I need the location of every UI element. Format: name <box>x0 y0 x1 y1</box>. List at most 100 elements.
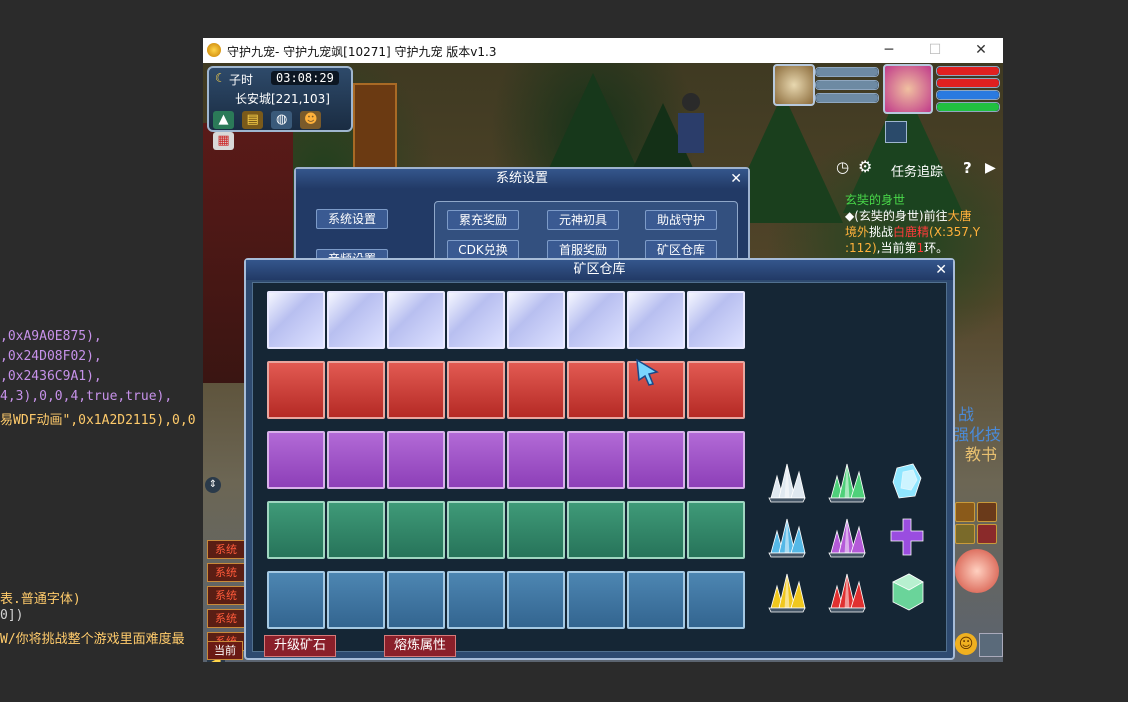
help-button[interactable]: ? <box>963 159 972 177</box>
blue-ore-slot[interactable] <box>627 571 685 629</box>
red-ore-slot[interactable] <box>687 361 745 419</box>
red-ore-slot[interactable] <box>447 361 505 419</box>
cyan-gem-ore-icon[interactable] <box>883 458 931 506</box>
recharge-reward-button[interactable]: 累充奖励 <box>447 210 519 230</box>
warehouse-close-button[interactable]: ✕ <box>935 262 947 278</box>
white-ore-slot[interactable] <box>447 291 505 349</box>
purple-ore-slot[interactable] <box>447 431 505 489</box>
search-globe-icon[interactable]: ◍ <box>271 111 293 129</box>
first-server-reward-button[interactable]: 首服奖励 <box>547 240 619 260</box>
skill-icon[interactable] <box>955 502 975 522</box>
blue-ore-slot[interactable] <box>327 571 385 629</box>
green-ore-slot[interactable] <box>387 501 445 559</box>
player-hp-bar <box>936 66 1000 76</box>
smiley-icon[interactable]: ☺ <box>955 633 977 655</box>
yuanshen-button[interactable]: 元神初具 <box>547 210 619 230</box>
purple-ore-slot[interactable] <box>567 431 625 489</box>
buff-icon[interactable] <box>885 121 907 143</box>
upgrade-ore-button[interactable]: 升级矿石 <box>264 635 336 657</box>
skill-icon[interactable] <box>955 524 975 544</box>
green-crystal-ore-icon[interactable] <box>823 458 871 506</box>
computer-icon[interactable] <box>979 633 1003 657</box>
quest-text: 挑战 <box>869 225 894 239</box>
calendar-icon[interactable]: ▦ <box>213 132 234 150</box>
chat-channel-system[interactable]: 系统 <box>207 609 245 628</box>
blue-ore-slot[interactable] <box>567 571 625 629</box>
white-ore-slot[interactable] <box>327 291 385 349</box>
blue-ore-slot[interactable] <box>507 571 565 629</box>
quest-target: 白鹿精 <box>893 225 930 239</box>
cdk-redeem-button[interactable]: CDK兑换 <box>447 240 519 260</box>
gear-icon[interactable]: ⚙ <box>858 157 872 176</box>
shichen-label: 子时 <box>229 73 254 87</box>
white-ore-slot[interactable] <box>627 291 685 349</box>
red-crystal-ore-icon[interactable] <box>823 568 871 616</box>
code-line: 0]) <box>0 608 24 623</box>
green-block-gem-icon[interactable] <box>883 568 931 616</box>
settings-close-button[interactable]: ✕ <box>730 171 742 187</box>
code-line: ,0x24D08F02), <box>0 349 102 364</box>
blue-ore-slot[interactable] <box>447 571 505 629</box>
green-ore-slot[interactable] <box>627 501 685 559</box>
red-ore-slot[interactable] <box>387 361 445 419</box>
chat-channel-system[interactable]: 系统 <box>207 586 245 605</box>
blue-ore-slot[interactable] <box>267 571 325 629</box>
minimize-button[interactable]: ─ <box>869 41 909 61</box>
chat-channel-system[interactable]: 系统 <box>207 563 245 582</box>
green-ore-slot[interactable] <box>327 501 385 559</box>
red-ore-slot[interactable] <box>567 361 625 419</box>
purple-ore-slot[interactable] <box>507 431 565 489</box>
white-ore-slot[interactable] <box>687 291 745 349</box>
timer-icon[interactable]: ◷ <box>836 158 849 176</box>
chat-channel-system[interactable]: 系统 <box>207 540 245 559</box>
chat-expand-icon[interactable]: ⇕ <box>205 477 221 493</box>
collapse-right-icon[interactable]: ▶ <box>985 160 996 176</box>
white-ore-slot[interactable] <box>567 291 625 349</box>
white-ore-slot[interactable] <box>507 291 565 349</box>
purple-ore-slot[interactable] <box>687 431 745 489</box>
yellow-crystal-ore-icon[interactable] <box>763 568 811 616</box>
skill-icon[interactable] <box>977 502 997 522</box>
blue-ore-slot[interactable] <box>387 571 445 629</box>
game-viewport[interactable]: ☾ 子时 03:08:29 长安城[221,103] ▲ ▤ ◍ ☻ ▦ ◷ ⚙… <box>203 63 1003 662</box>
green-ore-slot[interactable] <box>507 501 565 559</box>
npc-portrait[interactable] <box>955 549 999 593</box>
purple-cross-gem-icon[interactable] <box>883 513 931 561</box>
blue-crystal-ore-icon[interactable] <box>763 513 811 561</box>
white-crystal-ore-icon[interactable] <box>763 458 811 506</box>
red-ore-slot[interactable] <box>507 361 565 419</box>
player-portrait[interactable] <box>883 64 933 114</box>
skill-icon[interactable] <box>977 524 997 544</box>
character-icon[interactable]: ☻ <box>300 111 322 129</box>
character-sprite[interactable] <box>673 93 709 163</box>
white-ore-slot[interactable] <box>387 291 445 349</box>
assist-guard-button[interactable]: 助战守护 <box>645 210 717 230</box>
close-button[interactable]: ✕ <box>961 41 1001 61</box>
chat-current-channel[interactable]: 当前 <box>207 641 243 660</box>
green-ore-slot[interactable] <box>267 501 325 559</box>
mine-warehouse-button[interactable]: 矿区仓库 <box>645 240 717 260</box>
settings-tab-system[interactable]: 系统设置 <box>316 209 388 229</box>
smelt-attribute-button[interactable]: 熔炼属性 <box>384 635 456 657</box>
player-exp-bar <box>936 102 1000 112</box>
purple-ore-slot[interactable] <box>267 431 325 489</box>
white-ore-slot[interactable] <box>267 291 325 349</box>
green-ore-slot[interactable] <box>687 501 745 559</box>
blue-ore-slot[interactable] <box>687 571 745 629</box>
maximize-button[interactable]: ☐ <box>915 41 955 61</box>
collapse-arrow-icon[interactable]: ▲ <box>213 111 234 129</box>
map-book-icon[interactable]: ▤ <box>242 111 264 129</box>
green-ore-slot[interactable] <box>447 501 505 559</box>
quest-description[interactable]: 玄奘的身世 ◆(玄奘的身世)前往大唐 境外挑战白鹿精(X:357,Y :112)… <box>845 192 1003 256</box>
settings-title: 系统设置 <box>296 169 748 189</box>
purple-ore-slot[interactable] <box>627 431 685 489</box>
pet-portrait[interactable] <box>773 64 815 106</box>
quest-round: 1 <box>916 241 925 255</box>
red-ore-slot[interactable] <box>267 361 325 419</box>
quest-text: 环。 <box>924 241 949 255</box>
red-ore-slot[interactable] <box>327 361 385 419</box>
green-ore-slot[interactable] <box>567 501 625 559</box>
purple-crystal-ore-icon[interactable] <box>823 513 871 561</box>
purple-ore-slot[interactable] <box>327 431 385 489</box>
purple-ore-slot[interactable] <box>387 431 445 489</box>
